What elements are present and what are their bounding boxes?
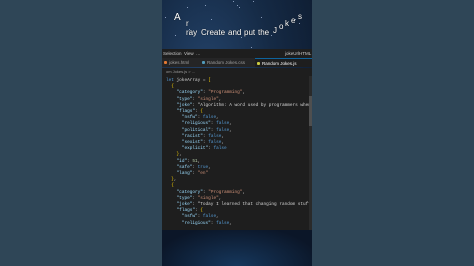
star	[233, 1, 234, 2]
star	[237, 5, 238, 6]
menu-item-view[interactable]: View	[184, 51, 194, 56]
css-file-icon	[202, 61, 205, 64]
menu-item-more[interactable]: …	[196, 51, 201, 56]
star	[253, 1, 254, 2]
star	[205, 5, 206, 6]
tab-label: Random Jokes.js	[262, 60, 297, 66]
code-line: "religious": false,	[181, 220, 232, 226]
title-word-create: Create	[201, 28, 226, 37]
bottom-starfield	[162, 230, 312, 266]
star	[239, 7, 240, 8]
video-frame: A r ray Create and put the J o k e s Sel…	[162, 0, 312, 266]
title-word-ray: ray	[186, 28, 198, 37]
tab-label: jokes.html	[169, 60, 190, 65]
star	[251, 47, 252, 48]
title-word-j: J	[273, 26, 277, 35]
title-word-put: put	[244, 28, 256, 37]
title-word-e: e	[291, 16, 296, 25]
menu-bar: Selection View … jokeUrlHTML ...	[162, 49, 312, 61]
html-file-icon	[164, 61, 167, 64]
title-word-o: o	[279, 22, 284, 31]
code-editor[interactable]: let jokeArray = [ { "category": "Program…	[162, 76, 312, 230]
star	[187, 7, 188, 8]
title-word-a: A	[174, 12, 181, 23]
left-blur-panel	[0, 0, 162, 266]
right-blur-panel	[312, 0, 474, 266]
title-word-the: the	[258, 28, 270, 37]
overlay-title: A r ray Create and put the J o k e s	[162, 10, 312, 44]
tab-label: Random Jokes.css	[207, 60, 246, 65]
title-word-s: s	[298, 12, 302, 21]
title-word-and: and	[228, 28, 242, 37]
menu-item-selection[interactable]: Selection	[163, 51, 182, 56]
title-word-k: k	[285, 19, 289, 28]
tab-jokes-html[interactable]: jokes.html	[162, 58, 198, 67]
scrollbar-thumb[interactable]	[309, 96, 312, 126]
breadcrumb[interactable]: om Jokes.js > ...	[162, 68, 312, 76]
tab-random-jokes-js[interactable]: Random Jokes.js	[255, 58, 312, 67]
editor-tab-bar: jokes.html Random Jokes.css Random Jokes…	[162, 58, 312, 67]
tab-random-jokes-css[interactable]: Random Jokes.css	[200, 58, 254, 67]
js-file-icon	[257, 61, 260, 65]
title-word-r: r	[186, 19, 189, 28]
